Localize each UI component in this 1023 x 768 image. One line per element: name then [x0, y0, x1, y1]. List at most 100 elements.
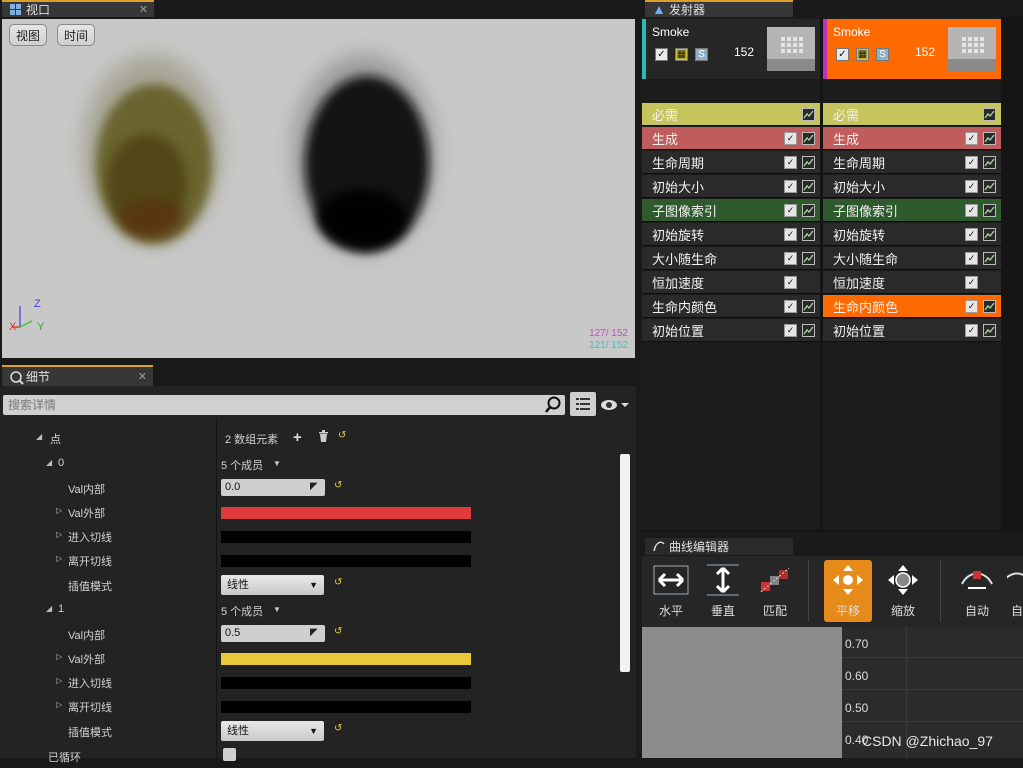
curve-graph[interactable]: 0.70 0.60 0.50 0.40 CSDN @Zhichao_97: [642, 627, 1023, 758]
module-enable-checkbox[interactable]: ✓: [784, 324, 797, 337]
auto-tangent-button[interactable]: 自动: [953, 560, 1001, 622]
module-enable-checkbox[interactable]: ✓: [784, 228, 797, 241]
module-enable-checkbox[interactable]: ✓: [965, 204, 978, 217]
delete-icon[interactable]: [318, 430, 329, 445]
module-row[interactable]: 大小随生命 ✓: [642, 247, 820, 270]
vertical-fit-button[interactable]: 垂直: [699, 560, 747, 622]
close-icon[interactable]: ✕: [139, 3, 148, 16]
module-enable-checkbox[interactable]: ✓: [965, 156, 978, 169]
module-row[interactable]: 生命内颜色 ✓: [642, 295, 820, 318]
curve-graph-icon[interactable]: [983, 108, 996, 121]
curve-graph-icon[interactable]: [802, 252, 815, 265]
reset-icon[interactable]: ↺: [334, 723, 342, 734]
drag-handle-icon[interactable]: ◤: [310, 481, 318, 492]
chevron-down-icon[interactable]: ▼: [273, 459, 281, 468]
tab-emitters[interactable]: 发射器: [645, 0, 793, 17]
expand-arrow-icon[interactable]: ▷: [56, 554, 62, 563]
outval-color-swatch[interactable]: [221, 507, 471, 519]
outval-color-swatch[interactable]: [221, 653, 471, 665]
emitter-solo-icon[interactable]: S: [876, 48, 889, 61]
emitter-enable-checkbox[interactable]: ✓: [836, 48, 849, 61]
reset-icon[interactable]: ↺: [334, 480, 342, 491]
module-row[interactable]: 大小随生命 ✓: [823, 247, 1001, 270]
scrollbar[interactable]: [620, 454, 630, 672]
module-row[interactable]: 初始位置 ✓: [642, 319, 820, 342]
module-enable-checkbox[interactable]: ✓: [965, 324, 978, 337]
arrive-tangent-swatch[interactable]: [221, 677, 471, 689]
search-icon[interactable]: [544, 396, 562, 417]
curve-graph-icon[interactable]: [983, 252, 996, 265]
curve-graph-icon[interactable]: [802, 204, 815, 217]
module-enable-checkbox[interactable]: ✓: [784, 156, 797, 169]
module-row[interactable]: 初始位置 ✓: [823, 319, 1001, 342]
chevron-down-icon[interactable]: ▼: [273, 605, 281, 614]
module-row[interactable]: 生命内颜色 ✓: [823, 295, 1001, 318]
curve-graph-icon[interactable]: [983, 204, 996, 217]
curve-graph-icon[interactable]: [802, 132, 815, 145]
module-row[interactable]: 初始大小 ✓: [642, 175, 820, 198]
module-enable-checkbox[interactable]: ✓: [965, 276, 978, 289]
module-row[interactable]: 初始旋转 ✓: [642, 223, 820, 246]
emitter-solo-icon[interactable]: S: [695, 48, 708, 61]
curve-graph-icon[interactable]: [983, 300, 996, 313]
reset-icon[interactable]: ↺: [338, 430, 346, 441]
module-row[interactable]: 恒加速度 ✓: [823, 271, 1001, 294]
reset-icon[interactable]: ↺: [334, 577, 342, 588]
looped-checkbox[interactable]: [223, 748, 236, 761]
interp-mode-dropdown[interactable]: 线性 ▼: [221, 721, 324, 741]
curve-graph-icon[interactable]: [802, 156, 815, 169]
emitter-card-2[interactable]: Smoke ✓ ▦ S 152: [823, 19, 1001, 79]
curve-graph-icon[interactable]: [983, 228, 996, 241]
viewport[interactable]: 视图 时间 Z X Y 127/ 152 121/ 152: [2, 19, 635, 358]
interp-mode-dropdown[interactable]: 线性 ▼: [221, 575, 324, 595]
reset-icon[interactable]: ↺: [334, 626, 342, 637]
add-element-icon[interactable]: +: [293, 429, 302, 446]
tab-details[interactable]: 细节 ✕: [2, 365, 153, 386]
zoom-button[interactable]: 缩放: [879, 560, 927, 622]
curve-graph-icon[interactable]: [802, 300, 815, 313]
expand-arrow-icon[interactable]: ▷: [56, 530, 62, 539]
expand-arrow-icon[interactable]: ▷: [56, 506, 62, 515]
module-enable-checkbox[interactable]: ✓: [965, 252, 978, 265]
horizontal-fit-button[interactable]: 水平: [647, 560, 695, 622]
eye-icon[interactable]: [600, 398, 630, 415]
auto-clamped-button[interactable]: 自: [1007, 560, 1023, 622]
tab-curve-editor[interactable]: 曲线编辑器: [645, 538, 793, 555]
module-enable-checkbox[interactable]: ✓: [965, 180, 978, 193]
module-row[interactable]: 必需: [642, 103, 820, 126]
module-enable-checkbox[interactable]: ✓: [784, 300, 797, 313]
curve-graph-icon[interactable]: [802, 324, 815, 337]
curve-graph-icon[interactable]: [802, 108, 815, 121]
module-row[interactable]: 恒加速度 ✓: [642, 271, 820, 294]
module-row[interactable]: 初始旋转 ✓: [823, 223, 1001, 246]
arrive-tangent-swatch[interactable]: [221, 531, 471, 543]
module-row[interactable]: 生命周期 ✓: [823, 151, 1001, 174]
leave-tangent-swatch[interactable]: [221, 555, 471, 567]
emitter-enable-checkbox[interactable]: ✓: [655, 48, 668, 61]
curve-graph-icon[interactable]: [983, 324, 996, 337]
module-enable-checkbox[interactable]: ✓: [784, 132, 797, 145]
module-enable-checkbox[interactable]: ✓: [965, 228, 978, 241]
module-enable-checkbox[interactable]: ✓: [784, 276, 797, 289]
emitter-grid-icon[interactable]: ▦: [675, 48, 688, 61]
expand-arrow-icon[interactable]: ▷: [56, 652, 62, 661]
tab-viewport[interactable]: 视口 ✕: [2, 0, 154, 17]
module-row[interactable]: 初始大小 ✓: [823, 175, 1001, 198]
collapse-arrow-icon[interactable]: ◢: [46, 604, 52, 613]
curve-graph-icon[interactable]: [802, 228, 815, 241]
curve-graph-icon[interactable]: [802, 180, 815, 193]
module-enable-checkbox[interactable]: ✓: [784, 252, 797, 265]
module-row[interactable]: 生命周期 ✓: [642, 151, 820, 174]
drag-handle-icon[interactable]: ◤: [310, 627, 318, 638]
pan-button[interactable]: 平移: [824, 560, 872, 622]
emitter-card-1[interactable]: Smoke ✓ ▦ S 152: [642, 19, 820, 79]
module-row[interactable]: 生成 ✓: [823, 127, 1001, 150]
module-enable-checkbox[interactable]: ✓: [965, 132, 978, 145]
module-enable-checkbox[interactable]: ✓: [784, 204, 797, 217]
leave-tangent-swatch[interactable]: [221, 701, 471, 713]
collapse-arrow-icon[interactable]: ◢: [36, 432, 42, 441]
curve-graph-icon[interactable]: [983, 132, 996, 145]
property-matrix-button[interactable]: [570, 392, 596, 416]
expand-arrow-icon[interactable]: ▷: [56, 700, 62, 709]
search-input[interactable]: 搜索详情: [3, 395, 565, 415]
